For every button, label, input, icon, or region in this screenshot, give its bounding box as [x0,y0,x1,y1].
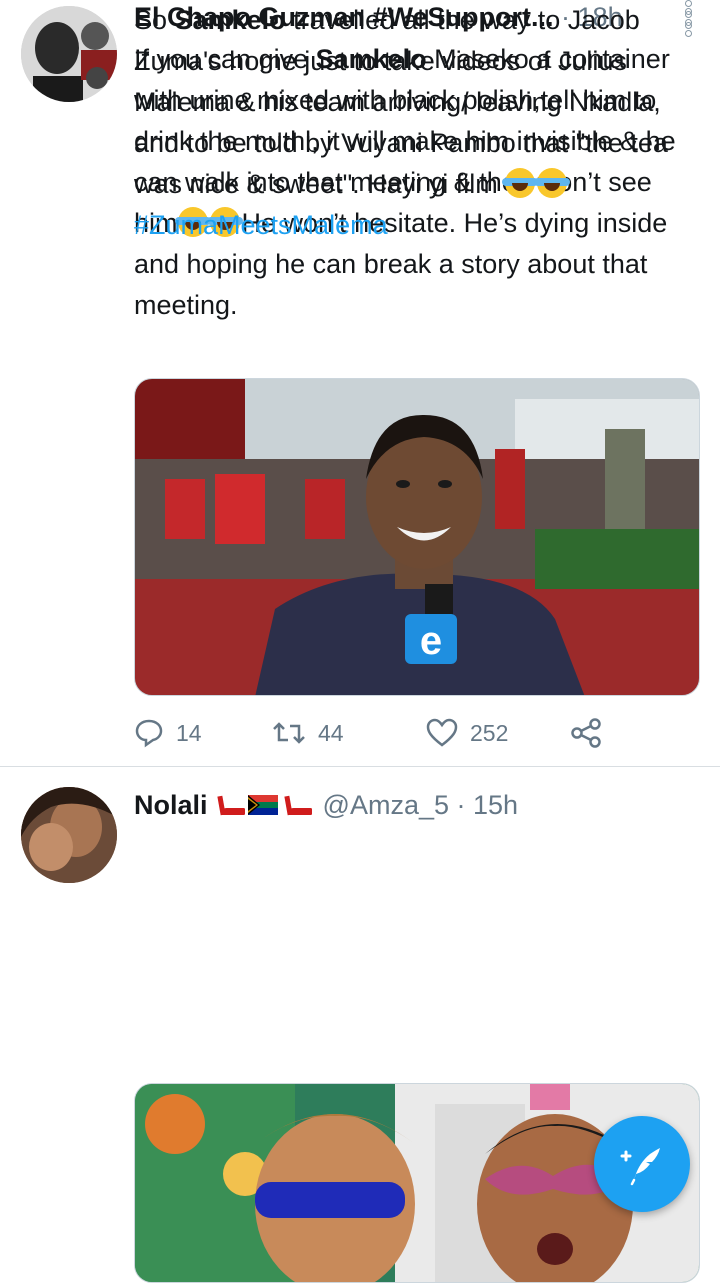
avatar[interactable] [21,787,117,883]
compose-tweet-button[interactable] [594,1116,690,1212]
retweet-icon [273,722,305,744]
reply-count: 14 [176,719,202,746]
retweet-button[interactable]: 44 [272,713,344,753]
retweet-count: 44 [318,719,344,746]
tears-of-joy-emoji-icon [502,168,539,198]
reply-button[interactable]: 14 [134,713,202,753]
author-name[interactable]: Nolali [134,790,208,820]
tweet-text: So Samkelo travelled all the way to Jaco… [134,5,668,240]
like-count: 252 [470,719,509,746]
high-heel-emoji-icon [282,794,313,816]
like-button[interactable]: 252 [426,713,508,753]
reply-icon [135,719,163,748]
high-heel-emoji-icon [215,794,246,816]
mic-logo: e [420,619,442,663]
author-handle[interactable]: @Amza_5 [323,790,449,820]
tweet-time: · 15h [456,790,519,820]
share-icon [571,718,601,748]
avatar[interactable] [21,6,117,102]
hashtag-link[interactable]: #ZumaMeetsMalema [134,210,388,240]
heart-icon [426,718,458,747]
tweet-actions: 14 44 252 [134,713,614,753]
tweet-photo[interactable]: e [134,378,700,696]
share-button[interactable] [570,713,602,753]
rofl-emoji-icon [534,168,571,198]
tweet-header: Nolali @Amza_5 · 15h [134,788,676,822]
compose-tweet-icon [620,1148,660,1186]
south-africa-flag-icon [248,795,279,815]
